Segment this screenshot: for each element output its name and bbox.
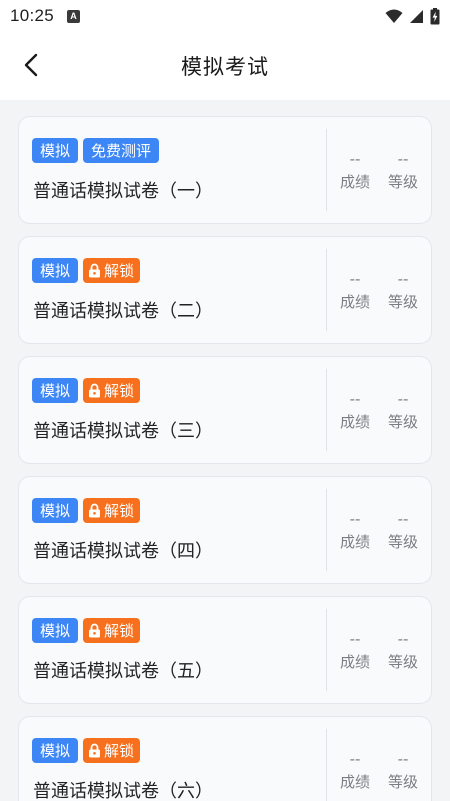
mock-tag: 模拟 xyxy=(32,738,79,763)
score-value: -- xyxy=(349,750,361,768)
mock-tag: 模拟 xyxy=(32,258,79,283)
divider xyxy=(326,609,327,691)
divider xyxy=(326,729,327,801)
exam-card-5[interactable]: 模拟 解锁 普通话模拟试卷（五） -- 成绩 -- 等级 xyxy=(18,596,432,704)
battery-icon xyxy=(430,7,440,24)
app-header: 10:25 A 模拟考试 xyxy=(0,0,450,100)
unlock-label: 解锁 xyxy=(104,622,135,640)
grade-stat: -- 等级 xyxy=(383,630,423,672)
score-value: -- xyxy=(349,630,361,648)
lock-icon xyxy=(88,263,101,278)
grade-value: -- xyxy=(397,390,409,408)
back-button[interactable] xyxy=(14,48,48,82)
grade-label: 等级 xyxy=(387,413,418,431)
score-label: 成绩 xyxy=(339,773,370,791)
grade-value: -- xyxy=(397,510,409,528)
exam-card-6[interactable]: 模拟 解锁 普通话模拟试卷（六） -- 成绩 -- 等级 xyxy=(18,716,432,801)
grade-label: 等级 xyxy=(387,533,418,551)
lock-icon xyxy=(88,383,101,398)
exam-card-3[interactable]: 模拟 解锁 普通话模拟试卷（三） -- 成绩 -- 等级 xyxy=(18,356,432,464)
unlock-button[interactable]: 解锁 xyxy=(83,258,141,283)
tag-row: 模拟 解锁 xyxy=(32,258,141,283)
divider xyxy=(326,489,327,571)
mock-tag: 模拟 xyxy=(32,498,79,523)
exam-card-4[interactable]: 模拟 解锁 普通话模拟试卷（四） -- 成绩 -- 等级 xyxy=(18,476,432,584)
grade-label: 等级 xyxy=(387,773,418,791)
divider xyxy=(326,129,327,211)
mock-tag: 模拟 xyxy=(32,138,79,163)
tag-row: 模拟 解锁 xyxy=(32,378,141,403)
score-stat: -- 成绩 xyxy=(335,270,375,312)
score-stat: -- 成绩 xyxy=(335,750,375,792)
unlock-button[interactable]: 解锁 xyxy=(83,618,141,643)
grade-value: -- xyxy=(397,750,409,768)
score-label: 成绩 xyxy=(339,413,370,431)
wifi-icon xyxy=(385,9,403,23)
exam-card-1[interactable]: 模拟 免费测评 普通话模拟试卷（一） -- 成绩 -- 等级 xyxy=(18,116,432,224)
lock-icon xyxy=(88,503,101,518)
exam-name: 普通话模拟试卷（六） xyxy=(33,781,213,801)
unlock-button[interactable]: 解锁 xyxy=(83,378,141,403)
score-label: 成绩 xyxy=(339,293,370,311)
unlock-label: 解锁 xyxy=(104,382,135,400)
score-label: 成绩 xyxy=(339,653,370,671)
grade-stat: -- 等级 xyxy=(383,510,423,552)
lock-icon xyxy=(88,743,101,758)
exam-name: 普通话模拟试卷（一） xyxy=(33,181,213,202)
signal-icon xyxy=(410,9,423,23)
nav-bar: 模拟考试 xyxy=(0,32,450,100)
grade-stat: -- 等级 xyxy=(383,150,423,192)
score-stat: -- 成绩 xyxy=(335,630,375,672)
notification-a-icon: A xyxy=(67,9,81,23)
tag-row: 模拟 解锁 xyxy=(32,618,141,643)
grade-stat: -- 等级 xyxy=(383,390,423,432)
score-stat: -- 成绩 xyxy=(335,390,375,432)
exam-card-2[interactable]: 模拟 解锁 普通话模拟试卷（二） -- 成绩 -- 等级 xyxy=(18,236,432,344)
tag-row: 模拟 解锁 xyxy=(32,498,141,523)
chevron-left-icon xyxy=(24,53,38,77)
unlock-label: 解锁 xyxy=(104,502,135,520)
exam-name: 普通话模拟试卷（二） xyxy=(33,301,213,322)
score-value: -- xyxy=(349,270,361,288)
lock-icon xyxy=(88,623,101,638)
status-icons xyxy=(385,7,440,25)
grade-label: 等级 xyxy=(387,653,418,671)
mock-tag: 模拟 xyxy=(32,378,79,403)
exam-name: 普通话模拟试卷（五） xyxy=(33,661,213,682)
score-value: -- xyxy=(349,510,361,528)
tag-row: 模拟 免费测评 xyxy=(32,138,160,163)
score-stat: -- 成绩 xyxy=(335,510,375,552)
exam-name: 普通话模拟试卷（四） xyxy=(33,541,213,562)
score-label: 成绩 xyxy=(339,533,370,551)
grade-stat: -- 等级 xyxy=(383,270,423,312)
exam-list: 模拟 免费测评 普通话模拟试卷（一） -- 成绩 -- 等级 模拟 解锁 普通话模拟… xyxy=(18,116,432,801)
mock-tag: 模拟 xyxy=(32,618,79,643)
divider xyxy=(326,369,327,451)
unlock-label: 解锁 xyxy=(104,742,135,760)
unlock-button[interactable]: 解锁 xyxy=(83,738,141,763)
free-eval-tag: 免费测评 xyxy=(83,138,160,163)
score-value: -- xyxy=(349,150,361,168)
grade-label: 等级 xyxy=(387,293,418,311)
page-title: 模拟考试 xyxy=(181,55,269,79)
score-label: 成绩 xyxy=(339,173,370,191)
grade-stat: -- 等级 xyxy=(383,750,423,792)
status-bar: 10:25 A xyxy=(0,0,450,32)
grade-label: 等级 xyxy=(387,173,418,191)
unlock-label: 解锁 xyxy=(104,262,135,280)
grade-value: -- xyxy=(397,630,409,648)
grade-value: -- xyxy=(397,150,409,168)
score-stat: -- 成绩 xyxy=(335,150,375,192)
unlock-button[interactable]: 解锁 xyxy=(83,498,141,523)
divider xyxy=(326,249,327,331)
score-value: -- xyxy=(349,390,361,408)
status-time: 10:25 xyxy=(10,6,55,25)
grade-value: -- xyxy=(397,270,409,288)
tag-row: 模拟 解锁 xyxy=(32,738,141,763)
exam-name: 普通话模拟试卷（三） xyxy=(33,421,213,442)
